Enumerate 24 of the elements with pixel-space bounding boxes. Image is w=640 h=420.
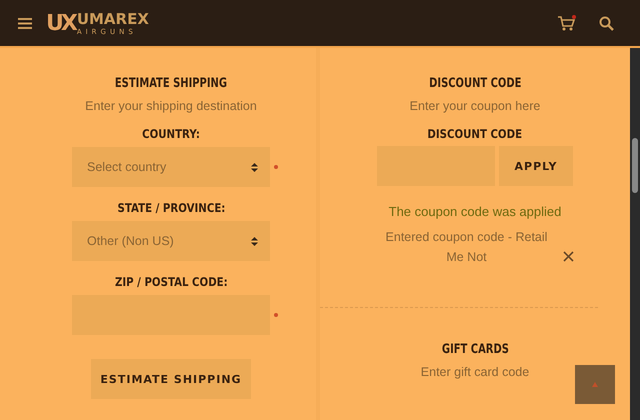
close-icon[interactable] <box>562 251 574 262</box>
section-title: GIFT CARDS <box>442 342 508 357</box>
logo-mark[interactable]: UX <box>46 10 75 36</box>
cart-icon[interactable] <box>557 14 577 32</box>
section-title: ESTIMATE SHIPPING <box>114 76 228 91</box>
success-message: The coupon code was applied <box>388 204 562 219</box>
field-label: ZIP / POSTAL CODE: <box>114 275 228 289</box>
section-hint: Enter gift card code <box>420 365 530 379</box>
field-label: DISCOUNT CODE <box>428 127 522 141</box>
menu-icon[interactable] <box>18 18 32 28</box>
coupon-text: Entered coupon code - Retail Me Not <box>384 229 548 266</box>
arrow-up-icon <box>592 382 598 388</box>
scrollbar[interactable] <box>630 48 640 420</box>
section-hint: Enter your coupon here <box>410 99 540 113</box>
sort-icon <box>251 162 258 172</box>
estimate-shipping-button[interactable]: ESTIMATE SHIPPING <box>91 359 251 399</box>
field-label: COUNTRY: <box>142 127 200 141</box>
sort-icon <box>251 236 258 246</box>
section-hint: Enter your shipping destination <box>85 99 257 113</box>
logo-name[interactable]: UMAREX <box>76 10 149 28</box>
field-label: STATE / PROVINCE: <box>117 201 225 215</box>
apply-button[interactable]: APPLY <box>499 146 573 186</box>
search-icon[interactable] <box>599 16 614 30</box>
section-title: DISCOUNT CODE <box>428 76 522 91</box>
